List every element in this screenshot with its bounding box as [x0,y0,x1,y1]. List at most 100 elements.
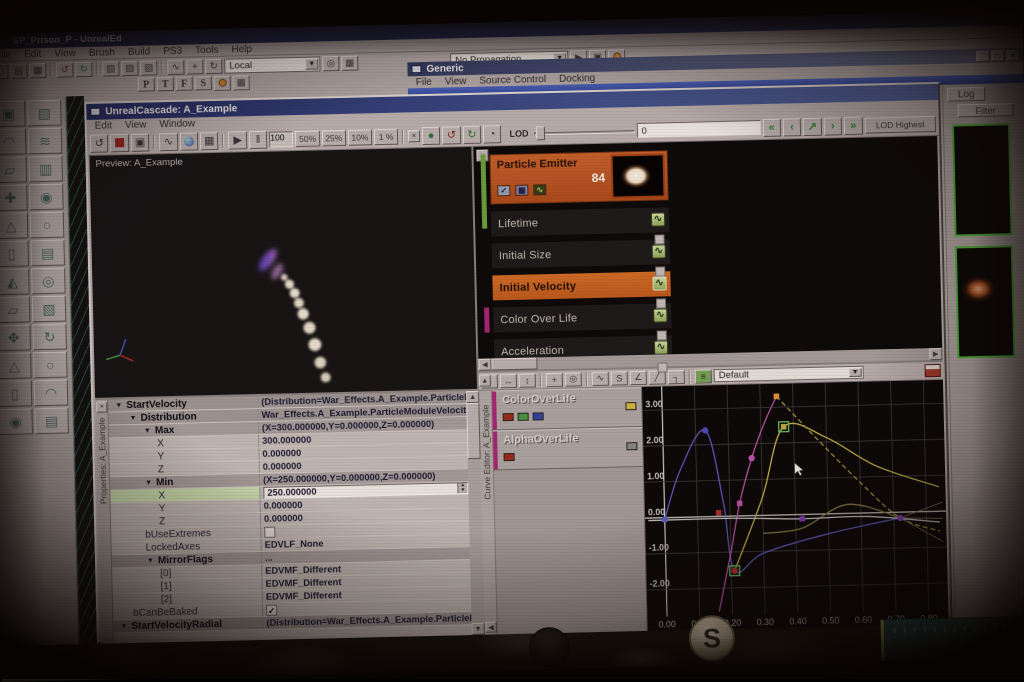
expander-icon[interactable]: ▼ [114,402,123,409]
module-curve-checkbox[interactable]: ∿ [652,276,666,290]
redo-icon[interactable]: ↻ [462,125,481,143]
module-curve-checkbox[interactable]: ∿ [654,340,668,354]
toolbox-sheet-icon[interactable]: ▱ [0,156,27,183]
toolbox-move-icon[interactable]: ✥ [0,324,31,351]
grid-icon[interactable]: ▦ [233,75,250,90]
tab-log[interactable]: Log [947,87,985,102]
menu-item-help[interactable]: Help [231,44,252,55]
tan-auto-icon[interactable]: ∿ [592,371,609,385]
orb-icon[interactable] [179,132,198,150]
filter-button[interactable]: Filter [957,103,1013,117]
grid-icon[interactable]: ▦ [200,131,219,149]
value-spinner[interactable]: ▲▼ [457,483,467,493]
chevron-down-icon[interactable]: ▼ [305,58,318,69]
speed-button-50[interactable]: 50% [295,130,320,147]
toolbox-curved-icon[interactable]: ◠ [0,128,26,155]
module-initial-velocity[interactable]: Initial Velocity∿ [492,271,671,300]
realtime-icon[interactable]: ● [422,126,441,144]
property-checkbox[interactable]: ✓ [266,604,277,615]
menu-item-tools[interactable]: Tools [195,44,219,56]
save-icon[interactable]: ▦ [29,62,46,77]
expander-icon[interactable]: ▼ [144,479,153,486]
menu-item-build[interactable]: Build [128,46,151,58]
restart-icon[interactable]: ↺ [90,134,109,152]
nav-jump-icon[interactable]: ↗ [803,117,822,135]
emitter-curve-icon[interactable]: ∿ [533,184,546,195]
viewport-button-f[interactable]: F [176,76,193,90]
viewport-button-s[interactable]: S [195,76,212,90]
coordinate-system-dropdown[interactable]: Local▼ [224,56,320,73]
tan-break-icon[interactable]: ∠ [630,370,647,384]
menu-item-brush[interactable]: Brush [89,47,115,59]
module-enable-checkbox[interactable] [654,234,664,244]
lod-highest-button[interactable]: LOD Highest [864,115,936,133]
track-visibility-swatch[interactable] [626,442,637,450]
toolbox-sphere-icon[interactable]: ○ [30,212,65,239]
zoom-icon[interactable]: ◎ [565,372,582,386]
fit-h-icon[interactable]: ↔ [500,373,517,387]
module-lifetime[interactable]: Lifetime∿ [491,207,670,236]
viewport-button-t[interactable]: T [157,77,174,91]
redo-icon[interactable]: ↻ [75,61,92,76]
curve-icon[interactable]: ∿ [159,132,178,150]
menu-item-window[interactable]: Window [159,118,195,130]
toolbox-volume-icon[interactable]: ▥ [28,156,63,183]
toolbox-torus-icon[interactable]: ◎ [31,268,66,295]
menu-item-view[interactable]: View [54,48,76,60]
toolbox-cone-icon[interactable]: △ [0,212,28,239]
nav-first-icon[interactable]: « [762,118,781,136]
collapse-left-icon[interactable]: ◀ [485,621,496,632]
curve-graph[interactable]: 3.002.001.000.00-1.00-2.000.000.100.200.… [642,380,949,631]
speed-button-100[interactable]: 100 [269,131,294,148]
emitter-list-pane[interactable]: × Particle Emitter 84 ✓ ▦ ∿ Lifetime∿Ini… [473,136,942,359]
emitter-burst-icon[interactable]: ▦ [515,185,528,196]
lock-icon[interactable] [214,75,231,90]
curve-icon[interactable]: ∿ [167,59,184,74]
menu-item-ps3[interactable]: PS3 [163,45,182,56]
scroll-up-button[interactable]: ▲ [1020,573,1024,585]
clock-icon[interactable]: ◔ [483,125,502,143]
undo-icon[interactable]: ↺ [56,62,73,77]
file-open-icon[interactable]: ▤ [10,63,27,78]
channel-swatch[interactable] [504,453,515,461]
channel-swatch[interactable] [518,413,529,421]
curve-preset-dropdown[interactable]: Default▼ [714,366,864,383]
menu-item-file[interactable]: File [416,76,432,87]
pause-icon[interactable]: ‖ [249,130,268,148]
speed-button-25[interactable]: 25% [321,129,346,146]
toolbox-stairs-icon[interactable]: ▤ [30,240,65,267]
property-checkbox[interactable] [264,526,275,537]
emitter-header[interactable]: Particle Emitter 84 ✓ ▦ ∿ [489,150,668,204]
expander-icon[interactable]: ▼ [146,557,155,564]
expander-icon[interactable]: ▼ [129,414,138,421]
module-enable-checkbox[interactable] [657,330,667,340]
lod-slider[interactable] [534,124,635,140]
file-new-icon[interactable]: ▢ [0,63,9,78]
module-curve-checkbox[interactable]: ∿ [653,308,667,322]
minimize-button[interactable]: _ [976,50,989,61]
speed-button-10[interactable]: 10% [348,129,373,146]
track-visibility-swatch[interactable] [625,402,636,410]
flatten-icon[interactable]: ≡ [695,369,712,383]
translate-icon[interactable]: + [186,59,203,74]
toolbox-cube-icon[interactable]: ▧ [32,296,67,323]
pan-icon[interactable]: + [546,372,563,386]
fit-v-icon[interactable]: ↕ [519,373,536,387]
play-icon[interactable]: ▶ [228,131,247,149]
menu-item-source-control[interactable]: Source Control [479,74,546,87]
toolbox-cone-icon[interactable]: △ [0,352,32,379]
expander-icon[interactable]: ▼ [119,623,128,630]
menu-item-view[interactable]: View [125,119,147,131]
asset-thumbnail[interactable] [952,123,1013,236]
chevron-down-icon[interactable]: ▼ [849,368,862,377]
menu-item-edit[interactable]: Edit [95,120,112,131]
nav-last-icon[interactable]: » [844,116,863,134]
toolbox-tetra-icon[interactable]: ◭ [0,268,30,295]
undo-icon[interactable]: ↺ [442,126,461,144]
toolbox-cube-icon[interactable]: ▧ [27,100,62,127]
nav-next-icon[interactable]: › [823,117,842,135]
maximize-button[interactable]: □ [991,50,1004,61]
record-icon[interactable] [110,133,129,151]
toolbox-sheet-icon[interactable]: ▱ [0,296,30,323]
toolbox-camera-icon[interactable]: ▣ [0,100,26,127]
